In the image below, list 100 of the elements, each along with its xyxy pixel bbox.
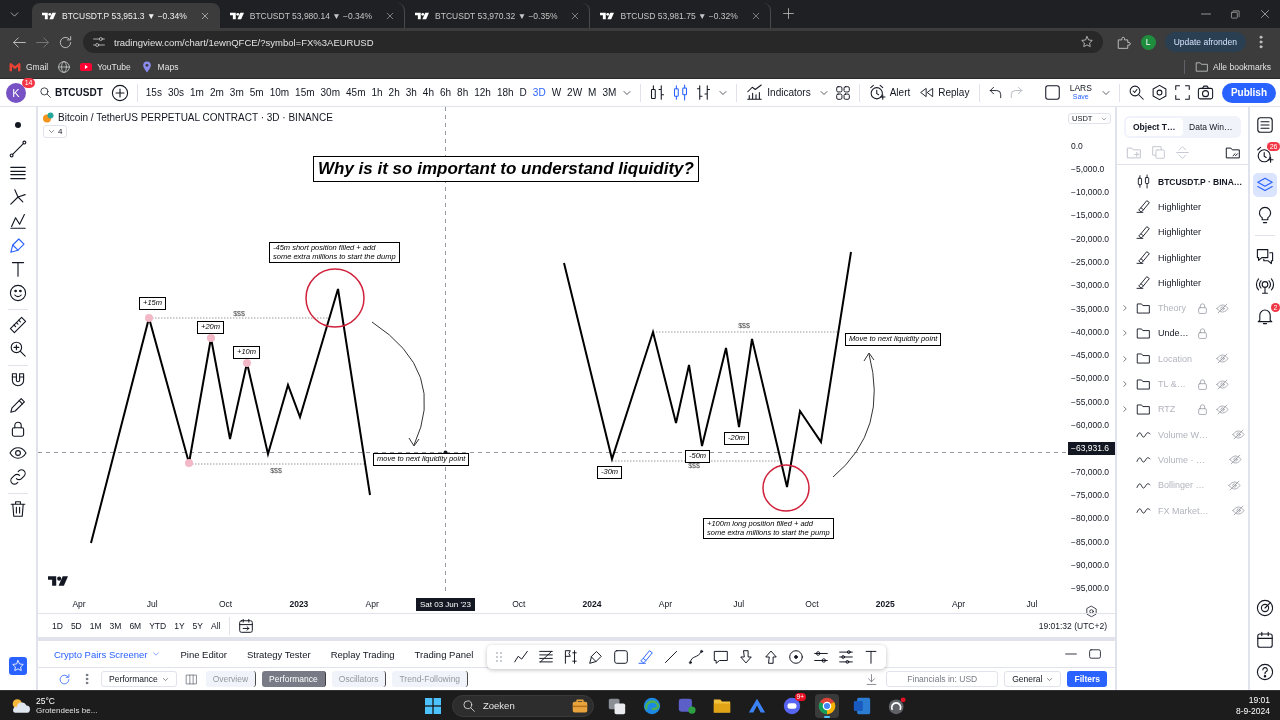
maximize-icon[interactable] [1089, 648, 1101, 660]
update-button[interactable]: Update afronden [1164, 32, 1246, 52]
eye-icon[interactable] [10, 445, 26, 461]
folder-settings-icon[interactable] [1226, 145, 1240, 160]
sliders-icon[interactable] [814, 650, 828, 664]
indicators-button[interactable]: Indicators [742, 81, 816, 104]
range-button[interactable]: 3M [105, 616, 126, 635]
bookmark[interactable]: YouTube [75, 58, 136, 76]
forward-icon[interactable] [36, 35, 49, 49]
all-bookmarks-button[interactable]: Alle bookmarks [1190, 58, 1276, 76]
interval-button[interactable]: 6h [436, 81, 455, 104]
range-button[interactable]: 6M [125, 616, 146, 635]
range-button[interactable]: 5Y [188, 616, 207, 635]
object-name[interactable]: Highlighter [1158, 252, 1202, 263]
link-icon[interactable] [10, 469, 26, 485]
interval-button[interactable]: 1m [187, 81, 207, 104]
interval-button[interactable]: 8h [454, 81, 472, 104]
brush-icon[interactable] [589, 650, 603, 664]
close-icon[interactable] [1260, 9, 1270, 19]
interval-button[interactable]: 2W [564, 81, 586, 104]
drag-handle-icon[interactable] [495, 651, 503, 663]
interval-button[interactable]: 4h [419, 81, 437, 104]
download-icon[interactable] [866, 673, 878, 685]
flag-icon[interactable] [564, 650, 578, 664]
screener-tab[interactable]: Performance [262, 671, 326, 687]
interval-button[interactable]: 30m [317, 81, 343, 104]
layers-icon[interactable] [1253, 173, 1277, 197]
undo-icon[interactable] [989, 86, 1003, 99]
close-icon[interactable] [751, 11, 760, 20]
arrow-up-icon[interactable] [764, 650, 778, 664]
close-icon[interactable] [571, 11, 580, 20]
camera-icon[interactable] [1197, 85, 1213, 100]
star-icon[interactable] [9, 657, 27, 675]
refresh-icon[interactable] [59, 673, 70, 685]
filters-button[interactable]: Filters [1067, 671, 1107, 687]
ruler-icon[interactable] [10, 317, 26, 333]
currency-field[interactable]: Financials in: USD [886, 671, 999, 687]
briefcase-icon[interactable] [572, 697, 588, 714]
target-icon[interactable] [1257, 600, 1273, 616]
highlighter-icon[interactable] [639, 650, 653, 664]
ohlc-icon[interactable] [696, 85, 712, 100]
smiley-icon[interactable] [10, 285, 26, 301]
interval-button[interactable]: 1h [368, 81, 386, 104]
curve-icon[interactable] [689, 650, 703, 664]
bookmark[interactable]: Maps [135, 58, 184, 76]
object-name[interactable]: Highlighter [1158, 277, 1202, 288]
pencil-icon[interactable] [10, 397, 26, 413]
interval-button[interactable]: 45m [343, 81, 369, 104]
restore-icon[interactable] [1231, 9, 1240, 19]
bookmark-star-icon[interactable] [1080, 36, 1093, 48]
alert-button[interactable]: Alert [864, 81, 916, 104]
circle-icon[interactable] [789, 650, 803, 664]
chevron-right-icon[interactable] [1121, 329, 1129, 338]
interval-button[interactable]: 18h [493, 81, 517, 104]
object-name[interactable]: BTCUSDT.P · BINA… [1158, 176, 1243, 187]
help-icon[interactable] [1257, 664, 1273, 680]
comment-icon[interactable] [714, 650, 728, 664]
interval-button[interactable]: 12h [471, 81, 494, 104]
start-icon[interactable] [425, 697, 441, 714]
object-name[interactable]: Highlighter [1158, 227, 1202, 238]
user-avatar[interactable]: K [6, 82, 26, 103]
profile-avatar[interactable]: L [1140, 34, 1156, 50]
interval-button[interactable]: 15s [142, 81, 165, 104]
interval-button[interactable]: D [516, 81, 530, 104]
chevron-right-icon[interactable] [1121, 405, 1129, 414]
grid-icon[interactable] [835, 85, 850, 100]
columns-icon[interactable] [185, 673, 197, 685]
chevron-right-icon[interactable] [1121, 304, 1129, 313]
panel-tab[interactable]: Pine Editor [170, 643, 237, 665]
panel-tab[interactable]: Data Win… [1182, 118, 1239, 136]
text-icon[interactable] [864, 650, 878, 664]
range-button[interactable]: 5D [66, 616, 86, 635]
zoom-in-icon[interactable] [10, 341, 26, 357]
range-button[interactable]: 1M [85, 616, 106, 635]
fullscreen-icon[interactable] [1174, 85, 1190, 100]
cloud-sun-icon[interactable] [10, 697, 30, 714]
lock-icon[interactable] [10, 421, 26, 437]
range-button[interactable]: YTD [145, 616, 171, 635]
reload-icon[interactable] [59, 35, 72, 49]
date-range-icon[interactable] [239, 618, 254, 633]
fib-lines-icon[interactable] [539, 650, 553, 664]
panel-tab[interactable]: Trading Panel [404, 643, 484, 665]
trash-icon[interactable] [10, 501, 26, 517]
plus-icon[interactable] [111, 84, 128, 101]
panel-tab[interactable]: Replay Trading [320, 643, 405, 665]
back-icon[interactable] [13, 35, 26, 49]
range-button[interactable]: 1D [48, 616, 67, 635]
square-icon[interactable] [1044, 85, 1060, 100]
close-icon[interactable] [386, 11, 395, 20]
arrow-down-icon[interactable] [739, 650, 753, 664]
interval-button[interactable]: 2h [385, 81, 403, 104]
line-icon[interactable] [664, 650, 678, 664]
panel-tab[interactable]: Object T… [1126, 118, 1183, 136]
range-button[interactable]: All [207, 616, 225, 635]
interval-button[interactable]: 15m [292, 81, 318, 104]
range-button[interactable]: 1Y [170, 616, 189, 635]
bookmark[interactable]: Gmail [4, 58, 54, 76]
browser-tab[interactable]: BTCUSDT.P 53,951.3 ▼ −0.34% [32, 3, 220, 28]
interval-button[interactable]: 3m [226, 81, 247, 104]
interval-button[interactable]: W [548, 81, 565, 104]
